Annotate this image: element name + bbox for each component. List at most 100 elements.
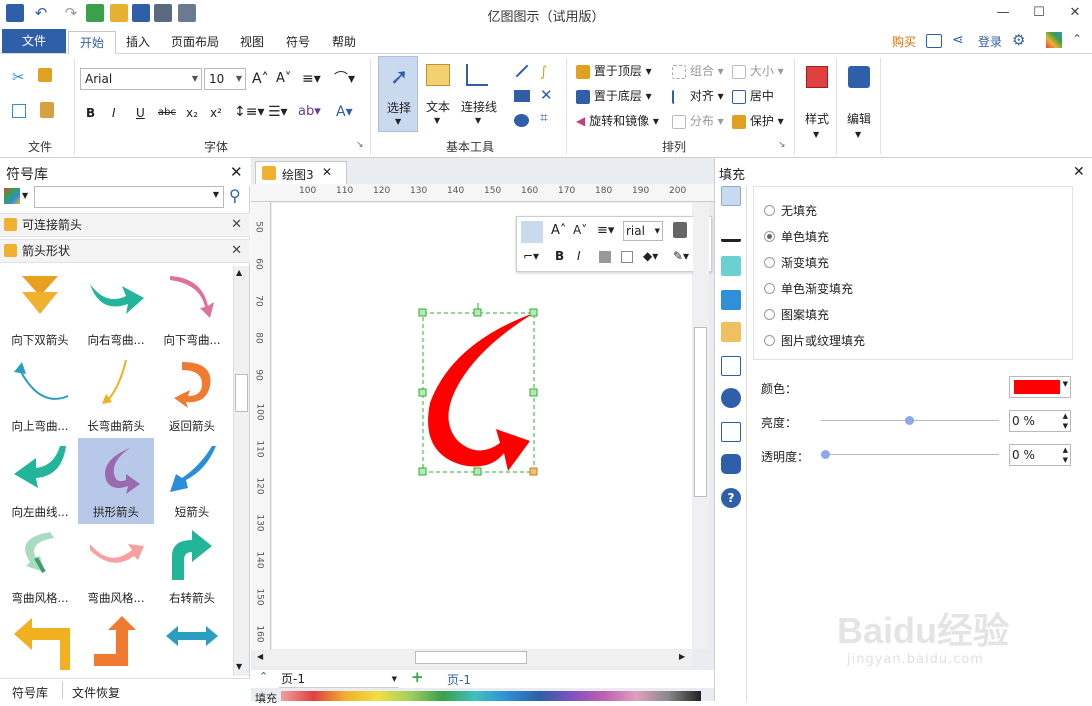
- line-pen-icon[interactable]: [721, 222, 741, 242]
- library-grid-icon[interactable]: [4, 188, 20, 204]
- radio-selected[interactable]: [764, 231, 775, 242]
- add-page-icon[interactable]: +: [411, 668, 424, 686]
- scroll-right-icon[interactable]: ▶: [679, 652, 685, 661]
- fill-option-solid[interactable]: 单色填充: [764, 229, 829, 245]
- tab-insert[interactable]: 插入: [122, 31, 154, 54]
- library-search-input[interactable]: ▼: [34, 186, 224, 208]
- protect-button[interactable]: 保护 ▾: [732, 112, 784, 130]
- scroll-left-icon[interactable]: ◀: [257, 652, 263, 661]
- page-properties-icon[interactable]: [721, 356, 741, 376]
- center-button[interactable]: 居中: [732, 87, 774, 105]
- float-fill-icon[interactable]: ◆▾: [643, 249, 658, 263]
- align-button[interactable]: 对齐 ▾: [672, 87, 724, 105]
- share-icon[interactable]: ⋖: [952, 32, 964, 48]
- connector-tool-button[interactable]: 连接线 ▼: [458, 56, 500, 132]
- hyperlink-globe-icon[interactable]: [721, 388, 741, 408]
- line-spacing-icon[interactable]: ↕≡▾: [234, 103, 265, 121]
- category-connectable-arrows[interactable]: 可连接箭头 ✕: [0, 213, 250, 237]
- shape-double-arrow[interactable]: [154, 610, 230, 676]
- radio-unselected[interactable]: [764, 283, 775, 294]
- send-to-bottom-button[interactable]: 置于底层 ▾: [576, 87, 652, 105]
- search-icon[interactable]: ⚲: [229, 186, 241, 205]
- brightness-slider-thumb[interactable]: [905, 416, 914, 425]
- font-family-select[interactable]: Arial ▼: [80, 68, 202, 90]
- close-library-icon[interactable]: ✕: [230, 163, 243, 181]
- font-dialog-launcher-icon[interactable]: ↘: [356, 140, 364, 150]
- close-window-button[interactable]: ✕: [1060, 2, 1090, 24]
- layers-icon[interactable]: [721, 322, 741, 342]
- page-collapse-icon[interactable]: ⌃: [259, 670, 268, 683]
- page-select[interactable]: 页-1 ▼: [279, 670, 399, 688]
- ellipse-tool-icon[interactable]: [514, 114, 529, 127]
- arrange-dialog-launcher-icon[interactable]: ↘: [778, 140, 786, 150]
- shape-turn-arrow-orange[interactable]: [2, 610, 78, 676]
- shadow-icon[interactable]: [721, 256, 741, 276]
- chevron-down-icon[interactable]: ▼: [22, 191, 28, 200]
- maximize-button[interactable]: ☐: [1024, 2, 1054, 24]
- shape-up-curved-arrow[interactable]: 向上弯曲...: [2, 352, 78, 438]
- crop-tool-icon[interactable]: ⌗: [540, 110, 548, 126]
- shape-return-arrow[interactable]: 返回箭头: [154, 352, 230, 438]
- shape-left-curve-arrow[interactable]: 向左曲线...: [2, 438, 78, 524]
- copy-icon[interactable]: [12, 104, 26, 118]
- shape-long-curved-arrow[interactable]: 长弯曲箭头: [78, 352, 154, 438]
- cut-icon[interactable]: ✂: [12, 68, 25, 86]
- fill-paint-bucket-icon[interactable]: [721, 186, 741, 206]
- share-screen-icon[interactable]: [926, 34, 942, 48]
- canvas-vscroll-thumb[interactable]: [694, 327, 707, 497]
- brightness-input[interactable]: 0 % ▲ ▼: [1009, 410, 1071, 432]
- rotate-mirror-button[interactable]: ◀ 旋转和镜像 ▾: [576, 112, 659, 130]
- scroll-up-icon[interactable]: ▲: [236, 268, 242, 277]
- strikethrough-icon[interactable]: abc: [158, 104, 176, 122]
- radio-unselected[interactable]: [764, 205, 775, 216]
- text-path-icon[interactable]: ⌒▾: [334, 70, 355, 88]
- font-color-icon[interactable]: A▾: [336, 103, 353, 121]
- login-link[interactable]: 登录: [974, 31, 1006, 54]
- tab-symbol-library[interactable]: 符号库: [12, 684, 48, 701]
- float-shrink-font-icon[interactable]: A˅: [573, 223, 587, 237]
- canvas-hscroll-thumb[interactable]: [415, 651, 527, 664]
- color-picker[interactable]: ▼: [1009, 376, 1071, 398]
- collapse-ribbon-icon[interactable]: ⌃: [1072, 32, 1082, 46]
- tab-page-layout[interactable]: 页面布局: [166, 31, 224, 54]
- float-line-icon[interactable]: ✎▾: [673, 249, 689, 263]
- apps-icon[interactable]: [1046, 32, 1062, 48]
- shrink-font-icon[interactable]: A˅: [276, 70, 291, 88]
- select-tool-button[interactable]: ➚ 选择 ▼: [378, 56, 418, 132]
- library-scroll-thumb[interactable]: [235, 374, 248, 412]
- canvas-vscrollbar[interactable]: [693, 203, 709, 649]
- close-tab-icon[interactable]: ✕: [322, 165, 332, 179]
- grow-font-icon[interactable]: A˄: [252, 70, 269, 88]
- arch-arrow-shape[interactable]: [412, 303, 542, 493]
- line-tool-icon[interactable]: [515, 64, 529, 78]
- subscript-icon[interactable]: x₂: [186, 104, 198, 122]
- opacity-slider-thumb[interactable]: [821, 450, 830, 459]
- fill-option-picture-texture[interactable]: 图片或纹理填充: [764, 333, 865, 349]
- canvas-hscrollbar[interactable]: ◀ ▶: [255, 650, 693, 666]
- buy-link[interactable]: 购买: [888, 31, 920, 54]
- opacity-slider-track[interactable]: [821, 454, 999, 455]
- tab-file-recovery[interactable]: 文件恢复: [72, 684, 120, 701]
- shape-down-curved-arrow[interactable]: 向下弯曲...: [154, 266, 230, 352]
- size-button[interactable]: 大小 ▾: [732, 62, 784, 80]
- color-palette-strip[interactable]: [281, 691, 701, 701]
- float-bring-front-icon[interactable]: [599, 251, 611, 263]
- close-fill-panel-icon[interactable]: ✕: [1073, 164, 1085, 180]
- text-highlight-icon[interactable]: ab▾: [298, 103, 321, 121]
- tab-file[interactable]: 文件: [2, 29, 66, 53]
- distribute-button[interactable]: 分布 ▾: [672, 112, 724, 130]
- float-bold-icon[interactable]: B: [555, 249, 564, 263]
- drawing-page[interactable]: A˄ A˅ ≡▾ rial▼ ✕ ⌐▾ B I ◆▾ ✎▾: [272, 203, 712, 649]
- float-font-select[interactable]: rial ▼: [623, 221, 663, 241]
- shape-curved-style-arrow-1[interactable]: 弯曲风格...: [2, 524, 78, 610]
- float-align-icon[interactable]: ≡▾: [597, 223, 614, 238]
- radio-unselected[interactable]: [764, 257, 775, 268]
- opacity-input[interactable]: 0 % ▲ ▼: [1009, 444, 1071, 466]
- freehand-tool-icon[interactable]: ∫: [540, 64, 547, 80]
- float-connector-icon[interactable]: ⌐▾: [523, 249, 539, 263]
- italic-icon[interactable]: I: [112, 104, 116, 122]
- tab-view[interactable]: 视图: [236, 31, 268, 54]
- spinner-icon[interactable]: ▲ ▼: [1063, 445, 1068, 465]
- align-text-icon[interactable]: ≡▾: [302, 70, 321, 88]
- paste-icon[interactable]: [40, 102, 54, 118]
